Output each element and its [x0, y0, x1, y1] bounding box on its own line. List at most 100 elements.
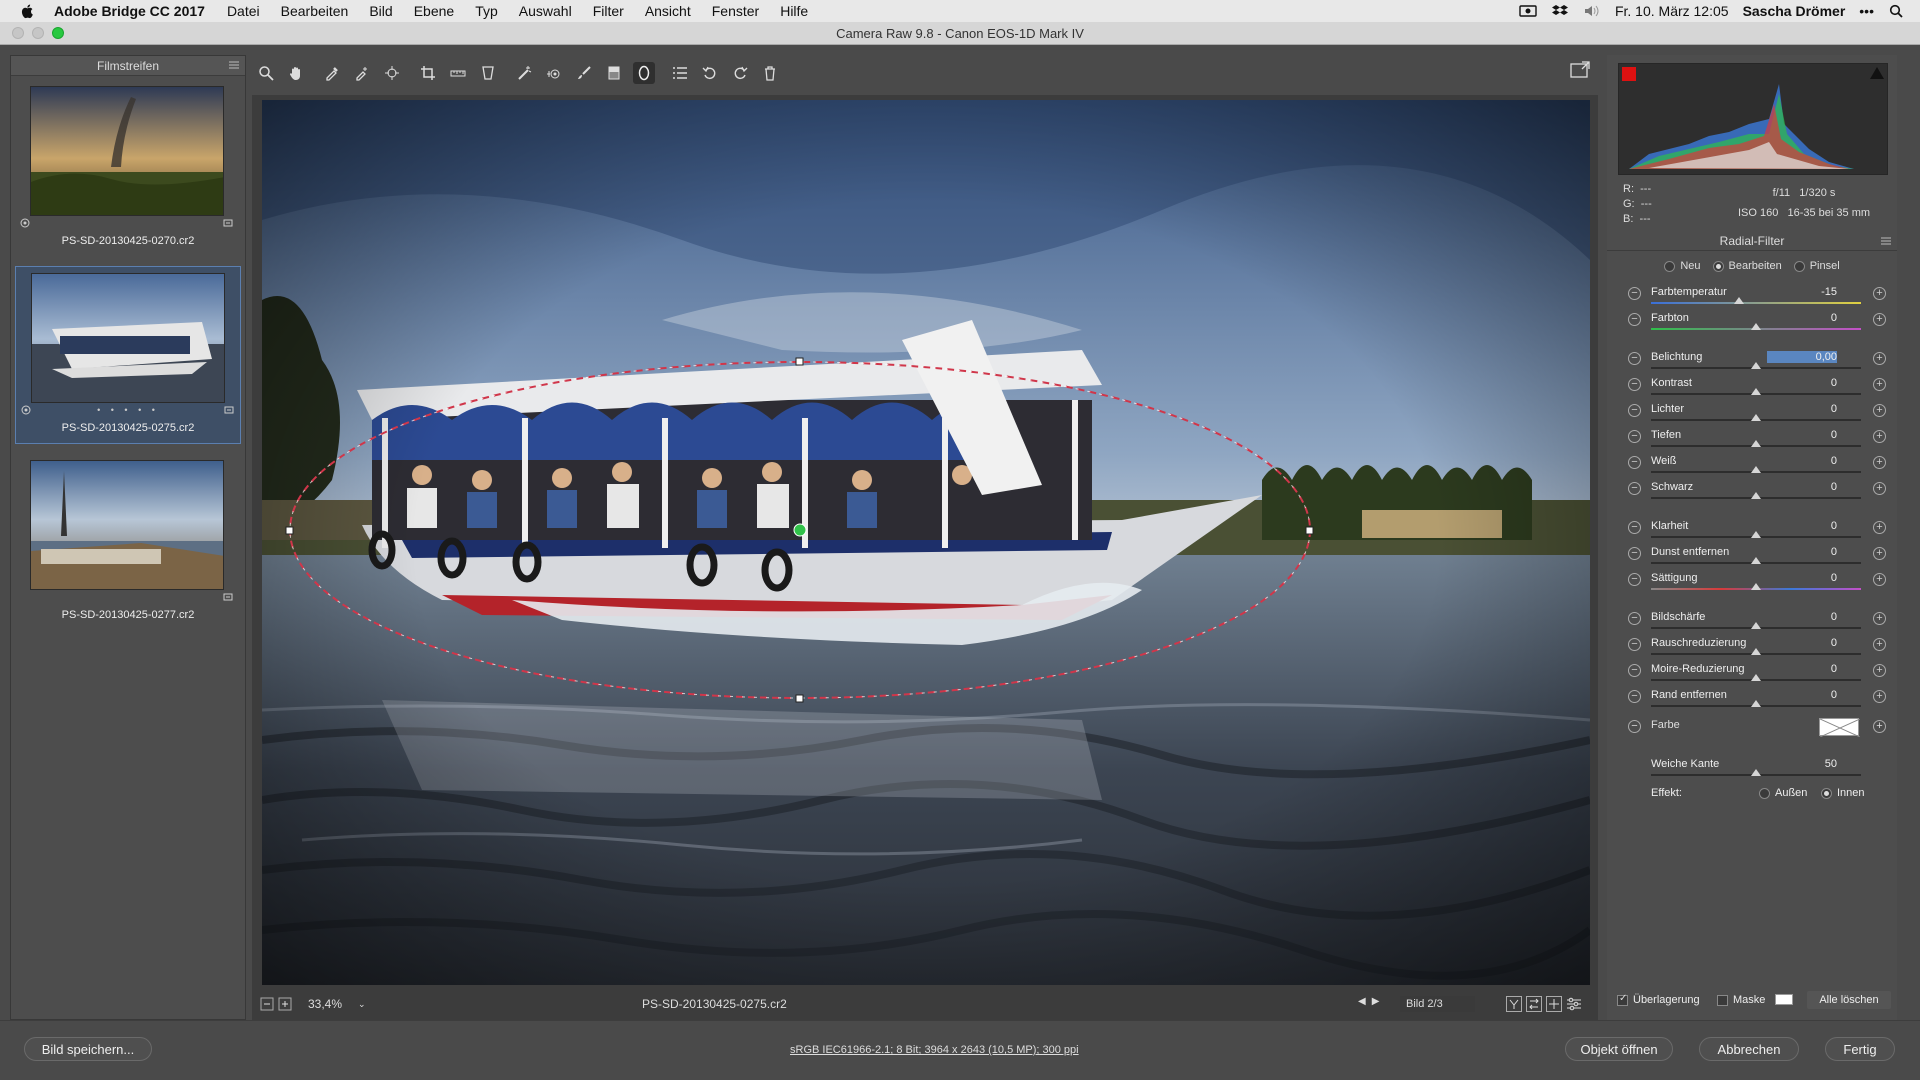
decrease-icon[interactable]: − — [1628, 690, 1641, 703]
user-name[interactable]: Sascha Drömer — [1743, 3, 1846, 19]
decrease-icon[interactable]: − — [1628, 638, 1641, 651]
open-object-button[interactable]: Objekt öffnen — [1565, 1037, 1673, 1061]
clock[interactable]: Fr. 10. März 12:05 — [1615, 3, 1729, 19]
slider-thumb[interactable] — [1751, 583, 1761, 590]
rotate-right-button[interactable] — [729, 62, 751, 84]
more-menu-icon[interactable]: ••• — [1859, 3, 1874, 19]
decrease-icon[interactable]: − — [1628, 612, 1641, 625]
slider-value-field[interactable]: 0 — [1767, 520, 1837, 532]
menu-filter[interactable]: Filter — [593, 3, 624, 19]
thumbnail-image[interactable] — [30, 86, 224, 216]
effect-outside-radio[interactable]: Außen — [1759, 787, 1807, 799]
increase-icon[interactable]: + — [1873, 352, 1886, 365]
rating-dots[interactable]: • • • • • — [16, 405, 240, 415]
slider-thumb[interactable] — [1751, 674, 1761, 681]
thumbnail-image[interactable] — [30, 460, 224, 590]
volume-icon[interactable] — [1583, 4, 1601, 18]
zoom-dropdown-chevron-icon[interactable]: ⌄ — [358, 999, 366, 1010]
menu-hilfe[interactable]: Hilfe — [780, 3, 808, 19]
white-balance-tool[interactable] — [321, 62, 343, 84]
slider-thumb[interactable] — [1751, 648, 1761, 655]
app-name-menu[interactable]: Adobe Bridge CC 2017 — [54, 3, 205, 19]
radial-handle-bottom[interactable] — [795, 694, 804, 703]
slider-thumb[interactable] — [1751, 466, 1761, 473]
panel-menu-icon[interactable] — [229, 61, 239, 69]
menu-bild[interactable]: Bild — [369, 3, 392, 19]
zoom-tool[interactable] — [255, 62, 277, 84]
increase-icon[interactable]: + — [1873, 456, 1886, 469]
filmstrip-item[interactable]: PS-SD-20130425-0277.cr2 — [15, 454, 241, 632]
crop-tool[interactable] — [417, 62, 439, 84]
decrease-icon[interactable]: − — [1628, 378, 1641, 391]
window-minimize-button[interactable] — [32, 27, 44, 39]
menu-datei[interactable]: Datei — [227, 3, 260, 19]
screen-record-icon[interactable] — [1519, 4, 1537, 18]
graduated-filter-tool[interactable] — [603, 62, 625, 84]
increase-icon[interactable]: + — [1873, 404, 1886, 417]
slider-thumb[interactable] — [1751, 622, 1761, 629]
preferences-button[interactable] — [669, 62, 691, 84]
slider-value-field[interactable]: 0 — [1767, 663, 1837, 675]
menu-fenster[interactable]: Fenster — [712, 3, 759, 19]
slider-value-field[interactable]: 0 — [1767, 312, 1837, 324]
decrease-icon[interactable]: − — [1628, 313, 1641, 326]
feather-value-field[interactable]: 50 — [1767, 758, 1837, 770]
thumbnail-image[interactable] — [31, 273, 225, 403]
checkbox[interactable] — [1717, 994, 1728, 1006]
increase-icon[interactable]: + — [1873, 430, 1886, 443]
mode-edit-radio[interactable]: Bearbeiten — [1712, 260, 1782, 272]
copy-settings-icon[interactable] — [1546, 996, 1562, 1012]
menu-ansicht[interactable]: Ansicht — [645, 3, 691, 19]
slider-value-field[interactable]: 0 — [1767, 429, 1837, 441]
spotlight-search-icon[interactable] — [1888, 4, 1906, 18]
color-plus-icon[interactable]: + — [1873, 720, 1886, 733]
zoom-out-icon[interactable] — [260, 997, 274, 1011]
slider-track[interactable] — [1651, 302, 1861, 304]
slider-thumb[interactable] — [1751, 492, 1761, 499]
decrease-icon[interactable]: − — [1628, 352, 1641, 365]
increase-icon[interactable]: + — [1873, 664, 1886, 677]
radio-button[interactable] — [1793, 260, 1805, 272]
slider-value-field[interactable]: -15 — [1767, 286, 1837, 298]
slider-value-field[interactable]: 0,00 — [1767, 351, 1837, 363]
effect-inside-radio[interactable]: Innen — [1821, 787, 1865, 799]
dropbox-icon[interactable] — [1551, 4, 1569, 18]
slider-value-field[interactable]: 0 — [1767, 377, 1837, 389]
decrease-icon[interactable]: − — [1628, 482, 1641, 495]
mask-color-swatch[interactable] — [1775, 994, 1793, 1005]
slider-thumb[interactable] — [1751, 700, 1761, 707]
decrease-icon[interactable]: − — [1628, 664, 1641, 677]
clear-all-button[interactable]: Alle löschen — [1807, 991, 1891, 1009]
swap-settings-icon[interactable] — [1526, 996, 1542, 1012]
increase-icon[interactable]: + — [1873, 612, 1886, 625]
slider-value-field[interactable]: 0 — [1767, 481, 1837, 493]
increase-icon[interactable]: + — [1873, 287, 1886, 300]
rotate-left-button[interactable] — [699, 62, 721, 84]
preview-image[interactable] — [262, 100, 1590, 985]
adjustment-brush-tool[interactable] — [573, 62, 595, 84]
previous-image-icon[interactable]: ◀ — [1358, 996, 1366, 1007]
red-eye-tool[interactable] — [543, 62, 565, 84]
zoom-in-icon[interactable] — [278, 997, 292, 1011]
filmstrip-item[interactable]: PS-SD-20130425-0270.cr2 — [15, 80, 241, 258]
decrease-icon[interactable]: − — [1628, 573, 1641, 586]
hand-tool[interactable] — [285, 62, 307, 84]
panel-menu-icon[interactable] — [1881, 237, 1891, 245]
radial-filter-pin[interactable] — [793, 523, 807, 537]
increase-icon[interactable]: + — [1873, 547, 1886, 560]
filmstrip-item-selected[interactable]: • • • • • PS-SD-20130425-0275.cr2 — [15, 266, 241, 444]
mask-checkbox[interactable]: Maske — [1717, 994, 1765, 1006]
slider-value-field[interactable]: 0 — [1767, 572, 1837, 584]
apple-icon[interactable] — [20, 3, 36, 19]
decrease-icon[interactable]: − — [1628, 404, 1641, 417]
slider-thumb[interactable] — [1751, 323, 1761, 330]
color-minus-icon[interactable]: − — [1628, 720, 1641, 733]
radio-button[interactable] — [1759, 787, 1770, 799]
menu-bearbeiten[interactable]: Bearbeiten — [281, 3, 349, 19]
slider-thumb[interactable] — [1751, 557, 1761, 564]
radio-button-selected[interactable] — [1712, 260, 1724, 272]
radial-handle-right[interactable] — [1305, 526, 1314, 535]
decrease-icon[interactable]: − — [1628, 456, 1641, 469]
decrease-icon[interactable]: − — [1628, 521, 1641, 534]
slider-thumb[interactable] — [1751, 440, 1761, 447]
